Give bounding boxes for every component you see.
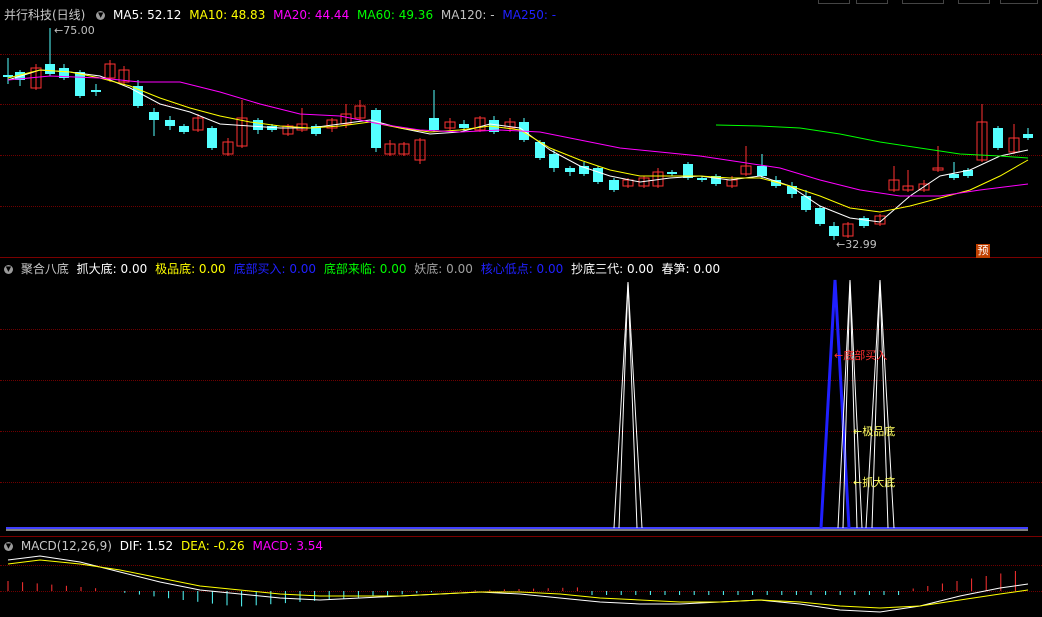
bottom-buy-annotation: ←底部买入 — [834, 349, 888, 362]
big-bottom-annotation: ←抓大底 — [853, 476, 896, 489]
candle-body — [829, 226, 839, 236]
candlestick-chart[interactable] — [0, 0, 1042, 617]
dif-line — [7, 555, 1029, 613]
candle-body — [91, 90, 101, 92]
candle-body — [165, 120, 175, 126]
dea-line — [7, 559, 1029, 609]
candle-body — [179, 126, 189, 132]
chaodi-spike — [613, 281, 643, 529]
ma5-line — [7, 69, 1029, 223]
ma60-line — [715, 124, 1029, 159]
premium-bottom-annotation: ←极品底 — [853, 425, 896, 438]
high-price-label: ←75.00 — [54, 24, 95, 37]
candle-body — [801, 196, 811, 210]
forecast-badge[interactable]: 预 — [976, 244, 990, 258]
premium-bottom-spike — [842, 279, 858, 529]
low-price-label: ←32.99 — [836, 238, 877, 251]
bottom-buy-spike — [819, 279, 851, 529]
candle-body — [949, 174, 959, 178]
candle-body — [565, 168, 575, 172]
candle-body — [815, 208, 825, 224]
candle-body — [45, 64, 55, 74]
candle-body — [253, 120, 263, 130]
candle-body — [207, 128, 217, 148]
candle-body — [429, 118, 439, 130]
candle-body — [593, 168, 603, 182]
candle-body — [549, 154, 559, 168]
big-bottom-spike — [871, 279, 889, 529]
candle-body — [149, 112, 159, 120]
big-bottom-spike — [865, 279, 895, 529]
candle-body — [757, 166, 767, 176]
candle-body — [609, 180, 619, 190]
candle-body — [75, 72, 85, 96]
ma20-line — [7, 75, 1029, 197]
candle-body — [697, 178, 707, 180]
candle-body — [667, 172, 677, 174]
candle-body — [459, 124, 469, 128]
candle-body — [371, 110, 381, 148]
candle-body — [1023, 134, 1033, 138]
chaodi-spike — [618, 281, 638, 529]
candle-body — [993, 128, 1003, 148]
